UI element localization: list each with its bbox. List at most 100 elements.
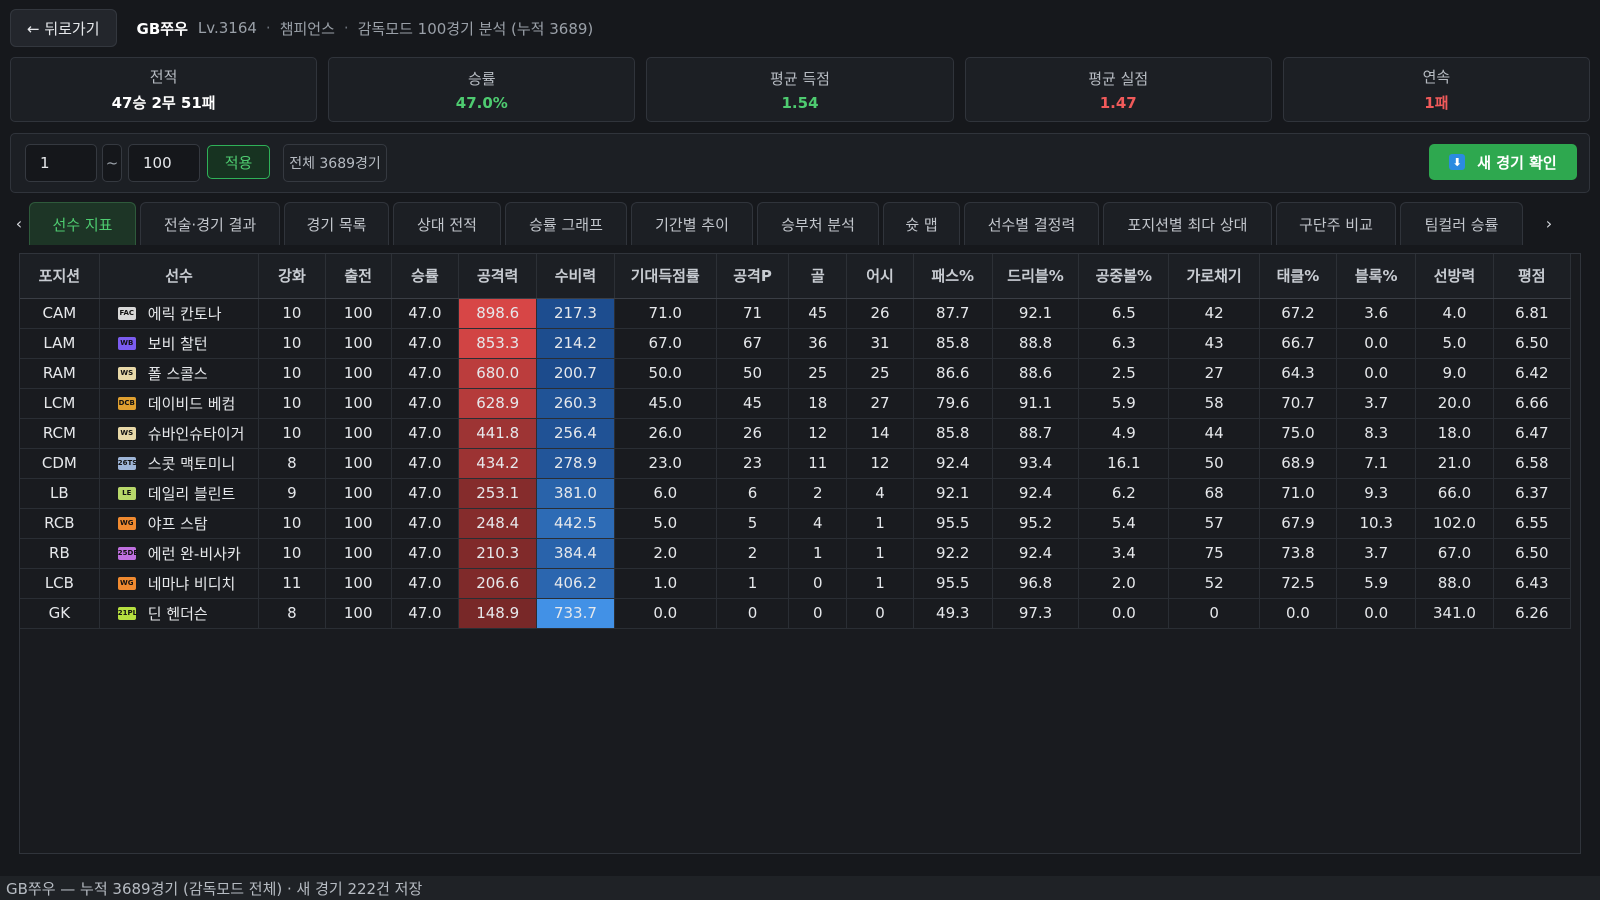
col-header[interactable]: 선수 [99, 254, 260, 299]
col-header[interactable]: 선방력 [1415, 254, 1494, 299]
save-cell: 102.0 [1415, 508, 1494, 539]
enhance-cell: 10 [258, 298, 326, 329]
attack-points-cell: 1 [716, 568, 790, 599]
attack-points-cell: 26 [716, 418, 790, 449]
attack-cell: 248.4 [458, 508, 538, 539]
xg-cell: 71.0 [614, 298, 717, 329]
col-header[interactable]: 수비력 [536, 254, 615, 299]
player-name: 네마냐 비디치 [147, 574, 236, 593]
tab-match-list[interactable]: 경기 목록 [284, 202, 389, 245]
chevron-left-icon[interactable]: ‹ [10, 202, 28, 245]
position-cell: RB [20, 538, 100, 569]
range-to-input[interactable]: 100 [128, 144, 200, 182]
tab-period-trend[interactable]: 기간별 추이 [631, 202, 753, 245]
back-button[interactable]: ← 뒤로가기 [10, 9, 117, 47]
col-header[interactable]: 공중볼% [1078, 254, 1170, 299]
total-matches-button[interactable]: 전체 3689경기 [283, 144, 387, 182]
player-cell: 25DE 에런 완-비사카 [99, 538, 260, 569]
position-cell: CDM [20, 448, 100, 479]
aerial-cell: 2.0 [1078, 568, 1170, 599]
aerial-cell: 3.4 [1078, 538, 1170, 569]
attack-cell: 441.8 [458, 418, 538, 449]
separator-dot: · [265, 19, 271, 37]
tab-top-opponent-by-position[interactable]: 포지션별 최다 상대 [1103, 202, 1272, 245]
chevron-right-icon[interactable]: › [1538, 202, 1560, 245]
player-name: 에런 완-비사카 [147, 544, 241, 563]
tab-winrate-graph[interactable]: 승률 그래프 [505, 202, 627, 245]
table-row[interactable]: RAM WS 폴 스콜스 10 100 47.0 680.0 200.7 50.0 50 25 25 8… [20, 358, 1572, 389]
tab-team-color-winrate[interactable]: 팀컬러 승률 [1400, 202, 1523, 245]
table-row[interactable]: RB 25DE 에런 완-비사카 10 100 47.0 210.3 384.4 2.0 2 1 1 9… [20, 538, 1572, 569]
col-header[interactable]: 평점 [1493, 254, 1572, 299]
col-header[interactable]: 어시 [846, 254, 914, 299]
col-header[interactable]: 드리블% [992, 254, 1080, 299]
check-new-matches-button[interactable]: ⬇ 새 경기 확인 [1429, 144, 1577, 180]
winrate-cell: 47.0 [391, 538, 460, 569]
table-row[interactable]: LCM DCB 데이비드 베컴 10 100 47.0 628.9 260.3 45.0 45 18… [20, 388, 1572, 419]
player-cell: WB 보비 찰턴 [99, 328, 260, 359]
table-row[interactable]: CDM 26TS 스콧 맥토미니 8 100 47.0 434.2 278.9 23.0 23 11… [20, 448, 1572, 479]
table-row[interactable]: RCB WG 야프 스탐 10 100 47.0 248.4 442.5 5.0 5 4 1 95.5 9… [20, 508, 1572, 539]
tab-player-stats[interactable]: 선수 지표 [29, 202, 136, 245]
assists-cell: 12 [846, 448, 914, 479]
separator-dot: · [343, 19, 349, 37]
attack-cell: 206.6 [458, 568, 538, 599]
tab-opponent-record[interactable]: 상대 전적 [393, 202, 501, 245]
player-cell: DCB 데이비드 베컴 [99, 388, 260, 419]
tab-shot-map[interactable]: 슛 맵 [883, 202, 960, 245]
dribble-cell: 88.7 [992, 418, 1080, 449]
season-badge-icon: WS [117, 366, 136, 380]
table-row[interactable]: LAM WB 보비 찰턴 10 100 47.0 853.3 214.2 67.0 67 36 31 8… [20, 328, 1572, 359]
block-cell: 7.1 [1336, 448, 1417, 479]
interceptions-cell: 58 [1168, 388, 1260, 419]
tab-owner-compare[interactable]: 구단주 비교 [1276, 202, 1396, 245]
appearances-cell: 100 [325, 298, 392, 329]
col-header[interactable]: 승률 [391, 254, 460, 299]
goals-cell: 11 [788, 448, 848, 479]
col-header[interactable]: 강화 [258, 254, 326, 299]
position-cell: LAM [20, 328, 100, 359]
table-body: CAM FAC 에릭 칸토나 10 100 47.0 898.6 217.3 71.0 71 45 2… [20, 298, 1572, 629]
range-filter-bar: 1 ~ 100 적용 전체 3689경기 ⬇ 새 경기 확인 [10, 133, 1590, 193]
block-cell: 10.3 [1336, 508, 1417, 539]
aerial-cell: 16.1 [1078, 448, 1170, 479]
xg-cell: 2.0 [614, 538, 717, 569]
player-name: 에릭 칸토나 [147, 304, 222, 323]
season-badge-icon: 21PL [117, 606, 137, 620]
dribble-cell: 88.6 [992, 358, 1080, 389]
position-cell: RCM [20, 418, 100, 449]
tab-clutch-analysis[interactable]: 승부처 분석 [757, 202, 879, 245]
player-name: 슈바인슈타이거 [147, 424, 245, 443]
range-from-input[interactable]: 1 [25, 144, 97, 182]
rating-cell: 6.50 [1493, 538, 1572, 569]
col-header[interactable]: 태클% [1259, 254, 1338, 299]
col-header[interactable]: 출전 [325, 254, 392, 299]
goals-cell: 1 [788, 538, 848, 569]
check-new-matches-label: 새 경기 확인 [1477, 153, 1557, 172]
player-name: 딘 헨더슨 [147, 604, 208, 623]
table-row[interactable]: RCM WS 슈바인슈타이거 10 100 47.0 441.8 256.4 26.0 26 12 1… [20, 418, 1572, 449]
col-header[interactable]: 공격P [716, 254, 790, 299]
aerial-cell: 6.3 [1078, 328, 1170, 359]
dribble-cell: 88.8 [992, 328, 1080, 359]
table-row[interactable]: LB LE 데일리 블린트 9 100 47.0 253.1 381.0 6.0 6 2 4 92.1 9… [20, 478, 1572, 509]
attack-points-cell: 6 [716, 478, 790, 509]
col-header[interactable]: 포지션 [20, 254, 100, 299]
table-row[interactable]: GK 21PL 딘 헨더슨 8 100 47.0 148.9 733.7 0.0 0 0 0 49.3 9… [20, 598, 1572, 629]
defense-cell: 214.2 [536, 328, 615, 359]
col-header[interactable]: 골 [788, 254, 848, 299]
tab-tactics-results[interactable]: 전술·경기 결과 [140, 202, 280, 245]
stat-card-avg-goals: 평균 득점 1.54 [646, 57, 954, 122]
col-header[interactable]: 기대득점률 [614, 254, 717, 299]
col-header[interactable]: 패스% [913, 254, 993, 299]
summary-stats: 전적 47승 2무 51패 승률 47.0% 평균 득점 1.54 평균 실점 … [10, 57, 1591, 122]
tab-finishing[interactable]: 선수별 결정력 [964, 202, 1099, 245]
season-badge-icon: FAC [117, 306, 136, 320]
col-header[interactable]: 블록% [1336, 254, 1417, 299]
table-row[interactable]: LCB WG 네마냐 비디치 11 100 47.0 206.6 406.2 1.0 1 0 1 95.… [20, 568, 1572, 599]
col-header[interactable]: 공격력 [458, 254, 538, 299]
col-header[interactable]: 가로채기 [1168, 254, 1260, 299]
table-row[interactable]: CAM FAC 에릭 칸토나 10 100 47.0 898.6 217.3 71.0 71 45 2… [20, 298, 1572, 329]
apply-button[interactable]: 적용 [207, 145, 270, 179]
aerial-cell: 6.5 [1078, 298, 1170, 329]
